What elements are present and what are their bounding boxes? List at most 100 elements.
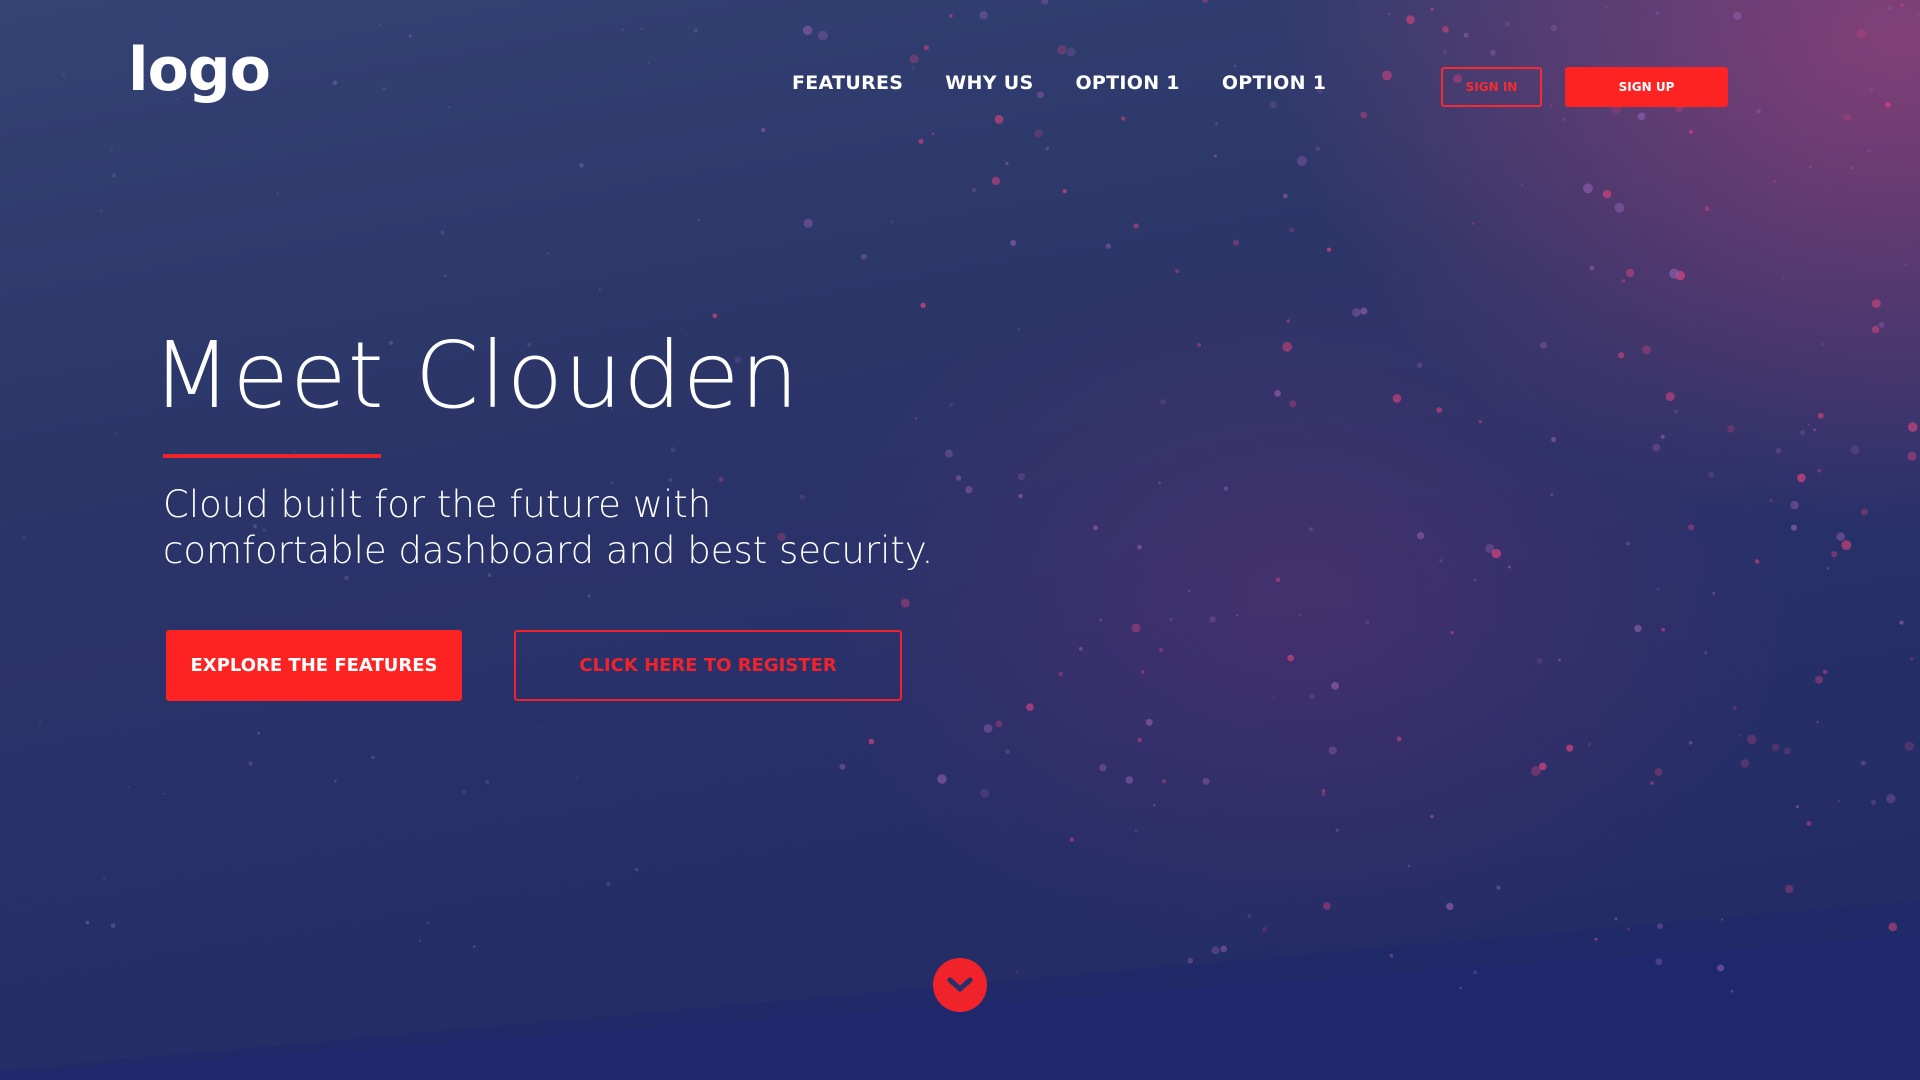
hero-title: Meet Clouden [152,322,800,429]
particle [1058,671,1063,677]
particle [332,80,338,86]
particle [418,939,421,942]
particle [1099,764,1107,772]
particle [1137,737,1143,743]
particle [1837,799,1841,803]
particle [485,779,490,785]
particle [606,882,611,886]
particle [1034,129,1043,138]
particle [1904,741,1915,751]
particle [1382,70,1392,81]
particle [923,45,930,51]
particle [1754,559,1760,564]
particle [1660,434,1665,439]
particle [1747,734,1757,745]
particle [1730,989,1734,993]
particle [1175,269,1180,274]
particle [1298,613,1302,617]
scroll-down-button[interactable] [933,958,987,1012]
particle [1614,917,1618,921]
particle [39,721,42,724]
particle [1010,240,1017,246]
particle [1274,390,1281,397]
particle [1871,325,1880,334]
particle [1223,486,1229,491]
particle [839,763,846,770]
particle [598,288,601,291]
particle [1878,322,1885,328]
particle [1887,5,1894,11]
particle [1335,828,1339,832]
particle [1430,7,1434,11]
particle [647,62,650,64]
nav-item-why-us[interactable]: WHY US [945,72,1033,94]
particle [983,724,993,733]
particle [1656,587,1660,591]
particle [1688,740,1693,745]
particle [1490,49,1496,56]
particle [1430,814,1434,819]
particle [1727,425,1735,433]
nav-item-option-1-second[interactable]: OPTION 1 [1222,72,1326,94]
particle [1211,946,1220,955]
particle [1473,970,1478,975]
particle [670,447,676,453]
nav-item-features[interactable]: FEATURES [792,72,903,94]
particle [1790,524,1798,531]
particle [1141,670,1145,674]
sign-up-button[interactable]: SIGN UP [1565,67,1728,107]
particle [371,755,375,760]
particle [1605,6,1608,9]
particle [1446,902,1454,911]
particle [1507,565,1511,569]
particle [1594,937,1598,941]
particle [1396,736,1402,742]
particle [1282,341,1293,352]
particle [1286,319,1290,323]
particle [1159,648,1163,652]
particle [1583,183,1593,194]
particle [909,54,919,64]
particle [1162,779,1166,784]
particle [1551,437,1557,442]
particle [1856,29,1866,38]
particle [1790,500,1799,510]
particle [1871,299,1881,309]
explore-features-button[interactable]: EXPLORE THE FEATURES [166,630,462,701]
particle [1416,362,1423,369]
particle [1740,759,1750,768]
particle [1785,884,1794,894]
nav-item-option-1[interactable]: OPTION 1 [1075,72,1179,94]
particle [915,417,918,420]
particle [1057,45,1067,55]
logo[interactable]: logo [128,40,271,100]
particle [1589,265,1595,271]
particle [1326,247,1332,252]
particle [1816,720,1819,723]
particle [1197,343,1202,347]
particle [1105,243,1112,249]
particle [1478,420,1482,424]
particle [1308,527,1313,532]
particle [1813,428,1816,432]
particle [462,789,466,794]
particle [1870,800,1877,806]
particle [1133,223,1139,229]
sign-in-button[interactable]: SIGN IN [1441,67,1542,107]
particle [1738,734,1741,737]
particle [1772,179,1777,184]
particle [162,792,165,795]
register-button[interactable]: CLICK HERE TO REGISTER [514,630,902,701]
particle [1886,794,1896,804]
particle [817,30,828,41]
particle [1247,914,1251,918]
particle [1536,657,1543,664]
particle [440,230,445,235]
particle [448,106,451,109]
particle [1209,616,1216,623]
particle [931,132,935,135]
particle [1688,524,1695,531]
particle [1322,789,1326,793]
particle [1618,352,1625,359]
particle [1820,342,1825,347]
